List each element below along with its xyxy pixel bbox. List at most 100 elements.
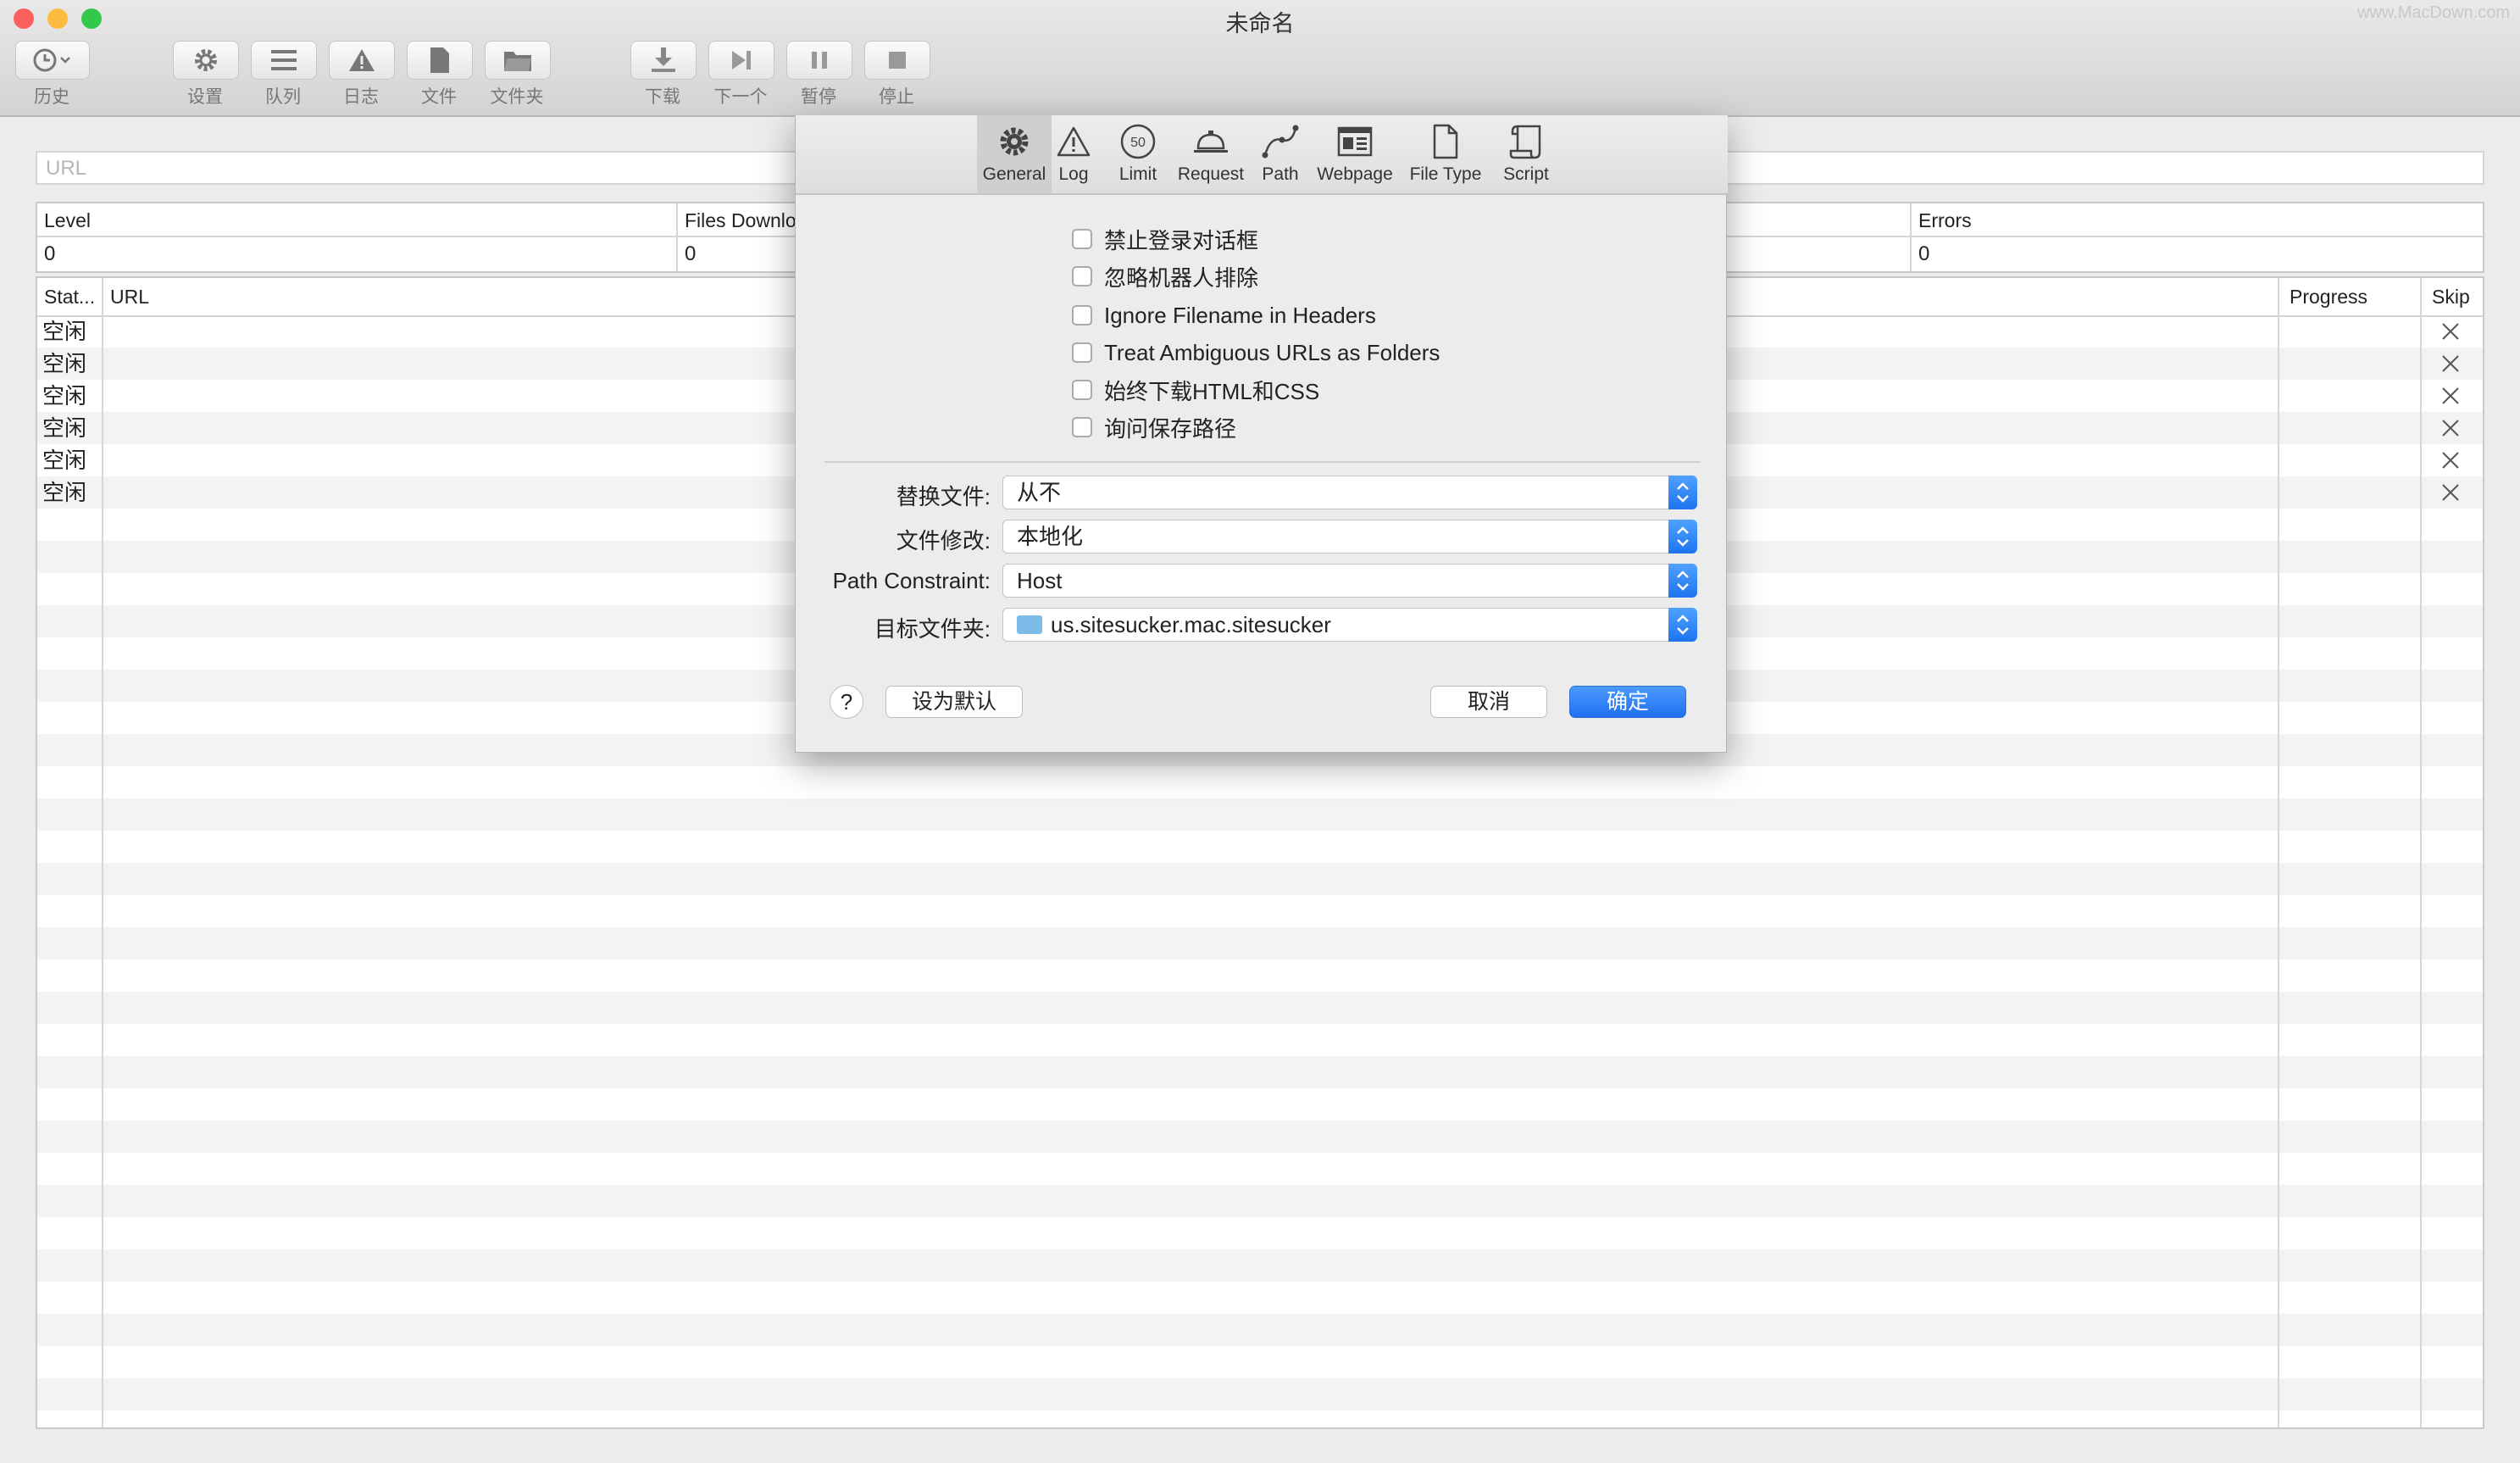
replace-files-select[interactable]: 从不 xyxy=(1002,476,1697,509)
gear-icon xyxy=(1000,127,1029,156)
file-modification-label: 文件修改: xyxy=(896,528,991,553)
always-download-html-css-checkbox[interactable]: 始终下载HTML和CSS xyxy=(1072,375,1319,405)
folder-icon xyxy=(504,52,531,71)
checkbox-label: Ignore Filename in Headers xyxy=(1104,302,1376,328)
table-row xyxy=(37,831,2483,863)
table-row xyxy=(37,1121,2483,1153)
gear-icon xyxy=(195,49,217,71)
progress-column-header[interactable]: Progress xyxy=(2283,278,2418,315)
webpage-icon xyxy=(1337,126,1373,157)
checkbox-label: 始终下载HTML和CSS xyxy=(1104,378,1320,404)
skip-x-icon[interactable] xyxy=(2440,386,2461,406)
level-header: Level xyxy=(37,203,678,237)
file-modification-select[interactable]: 本地化 xyxy=(1002,520,1697,553)
disable-login-dialog-checkbox[interactable]: 禁止登录对话框 xyxy=(1072,224,1258,254)
column-divider xyxy=(2420,278,2422,1427)
path-constraint-select[interactable]: Host xyxy=(1002,564,1697,598)
pause-button[interactable] xyxy=(786,41,852,80)
checkbox-box[interactable] xyxy=(1072,266,1092,286)
status-cell: 空闲 xyxy=(42,480,87,505)
skip-x-icon[interactable] xyxy=(2440,450,2461,470)
replace-files-value: 从不 xyxy=(1017,480,1062,505)
history-button[interactable] xyxy=(15,41,90,80)
skip-column-header[interactable]: Skip xyxy=(2425,278,2483,315)
ignore-filename-headers-checkbox[interactable]: Ignore Filename in Headers xyxy=(1072,300,1376,331)
download-button[interactable] xyxy=(630,41,697,80)
log-button[interactable] xyxy=(329,41,395,80)
table-row xyxy=(37,1217,2483,1249)
ignore-robots-checkbox[interactable]: 忽略机器人排除 xyxy=(1072,261,1258,292)
cancel-button[interactable]: 取消 xyxy=(1430,686,1547,718)
warning-icon xyxy=(1057,126,1091,157)
column-divider xyxy=(102,278,103,1427)
clock-icon xyxy=(33,48,70,72)
warning-icon xyxy=(349,49,375,71)
stop-button[interactable] xyxy=(864,41,930,80)
path-constraint-value: Host xyxy=(1017,568,1063,593)
checkbox-label: 禁止登录对话框 xyxy=(1104,227,1259,253)
skip-forward-icon xyxy=(732,51,751,70)
destination-folder-value: us.sitesucker.mac.sitesucker xyxy=(1051,612,1331,637)
queue-button[interactable] xyxy=(251,41,317,80)
replace-files-label: 替换文件: xyxy=(896,484,991,509)
column-divider xyxy=(2278,278,2279,1427)
settings-dialog: General Log 50 Limit Request Path Webpag… xyxy=(795,115,1728,753)
tab-script-label: Script xyxy=(1503,164,1549,184)
ask-save-path-checkbox[interactable]: 询问保存路径 xyxy=(1072,412,1236,442)
table-row xyxy=(37,1346,2483,1378)
folder-button[interactable] xyxy=(485,41,551,80)
script-icon xyxy=(1509,125,1541,159)
path-constraint-label: Path Constraint: xyxy=(832,568,991,593)
table-row xyxy=(37,1378,2483,1410)
destination-folder-select[interactable]: us.sitesucker.mac.sitesucker xyxy=(1002,608,1697,642)
file-button[interactable] xyxy=(407,41,473,80)
dialog-divider xyxy=(824,461,1701,463)
table-row xyxy=(37,1282,2483,1314)
folder-label: 文件夹 xyxy=(490,87,544,107)
table-row xyxy=(37,1056,2483,1088)
table-row xyxy=(37,1410,2483,1427)
level-value: 0 xyxy=(37,237,678,271)
set-default-button[interactable]: 设为默认 xyxy=(885,686,1023,718)
ambiguous-urls-folders-checkbox[interactable]: Treat Ambiguous URLs as Folders xyxy=(1072,337,1440,368)
skip-x-icon[interactable] xyxy=(2440,482,2461,503)
limit-badge-text: 50 xyxy=(1130,136,1146,150)
checkbox-box[interactable] xyxy=(1072,305,1092,325)
download-icon xyxy=(652,47,675,72)
status-cell: 空闲 xyxy=(42,448,87,473)
skip-x-icon[interactable] xyxy=(2440,321,2461,342)
table-row xyxy=(37,1088,2483,1121)
settings-button[interactable] xyxy=(173,41,239,80)
checkbox-box[interactable] xyxy=(1072,380,1092,400)
table-row xyxy=(37,1314,2483,1346)
status-column-header[interactable]: Stat... xyxy=(37,278,103,315)
table-row xyxy=(37,1249,2483,1282)
skip-x-icon[interactable] xyxy=(2440,353,2461,374)
checkbox-box[interactable] xyxy=(1072,229,1092,249)
errors-value: 0 xyxy=(1918,242,1930,265)
chevron-updown-icon xyxy=(1668,608,1697,642)
skip-x-icon[interactable] xyxy=(2440,418,2461,438)
checkbox-label: 询问保存路径 xyxy=(1104,415,1237,442)
window-title: 未命名 xyxy=(1225,11,1295,36)
status-cell: 空闲 xyxy=(42,383,87,409)
next-button[interactable] xyxy=(708,41,774,80)
document-icon xyxy=(430,47,449,73)
table-row xyxy=(37,1024,2483,1056)
checkbox-label: 忽略机器人排除 xyxy=(1104,264,1259,291)
speed-limit-icon: 50 xyxy=(1120,124,1156,159)
table-row xyxy=(37,798,2483,831)
checkbox-box[interactable] xyxy=(1072,342,1092,363)
history-label: 历史 xyxy=(34,87,69,107)
checkbox-box[interactable] xyxy=(1072,417,1092,437)
checkbox-label: Treat Ambiguous URLs as Folders xyxy=(1104,339,1440,365)
tab-script[interactable]: Script xyxy=(1490,115,1562,193)
stop-icon xyxy=(889,52,906,69)
table-row xyxy=(37,895,2483,927)
window-toolbar: 未命名 www.MacDown.com 历史 设置 队列 日志 文件 文件夹 下… xyxy=(0,0,2520,117)
ok-button[interactable]: 确定 xyxy=(1569,686,1686,718)
table-row xyxy=(37,1153,2483,1185)
list-icon xyxy=(271,50,297,70)
help-button[interactable]: ? xyxy=(830,685,863,719)
service-bell-icon xyxy=(1194,131,1228,153)
